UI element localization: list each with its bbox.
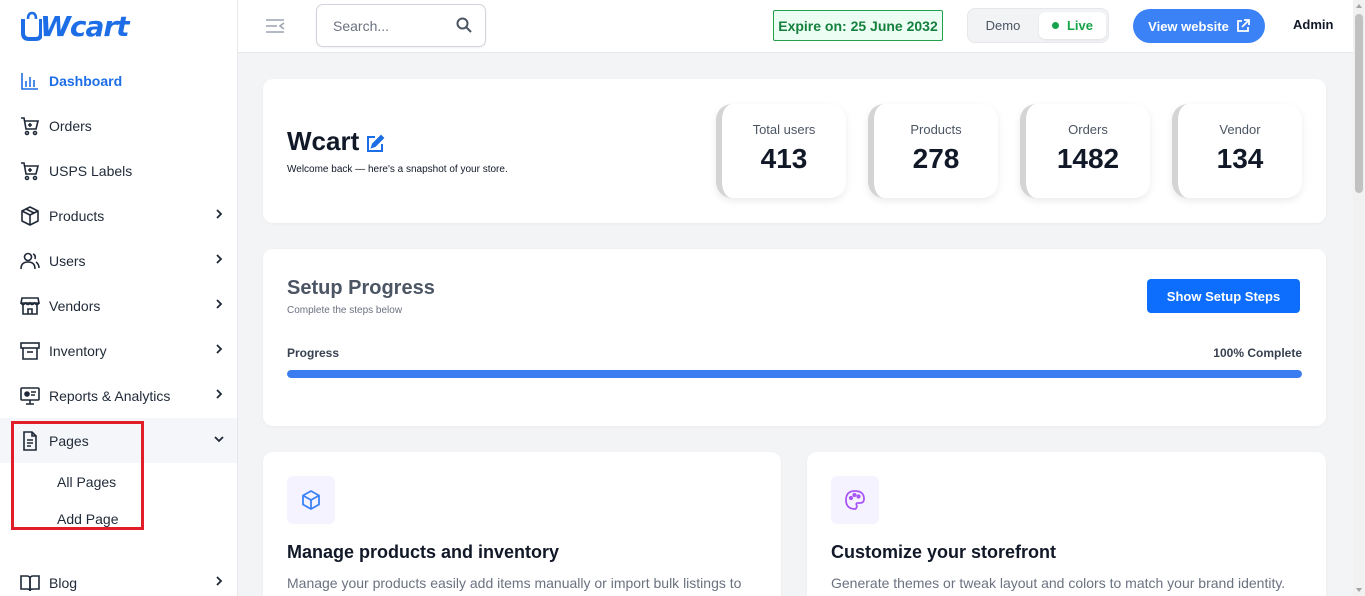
progress-bar [287,370,1302,378]
chevron-right-icon [216,389,223,399]
stat-value: 1482 [1056,143,1120,174]
file-icon [20,430,40,451]
store-title-text: Wcart [287,126,360,156]
sidebar: Wcart Dashboard Orders USPS Labels Produ… [0,0,238,596]
chevron-right-icon [216,254,223,264]
stat-card-vendor: Vendor 134 [1172,104,1302,198]
sidebar-item-dashboard[interactable]: Dashboard [0,58,237,103]
external-link-icon [1236,19,1250,32]
cart-icon [20,161,40,181]
stat-label: Orders [1068,122,1108,137]
stat-card-total-users: Total users 413 [716,104,846,198]
chevron-right-icon [216,576,223,586]
admin-user-menu[interactable]: Admin [1293,17,1333,32]
logo[interactable]: Wcart [20,8,130,44]
stat-value: 413 [760,143,808,174]
sidebar-item-vendors[interactable]: Vendors [0,283,237,328]
chevron-right-icon [216,299,223,309]
sidebar-item-label: Dashboard [49,72,123,89]
sidebar-item-blog[interactable]: Blog [0,560,237,596]
mode-switch: Demo Live [967,8,1109,43]
monitor-icon [20,386,40,406]
sidebar-item-label: Vendors [49,297,101,314]
topbar: Expire on: 25 June 2032 Demo Live View w… [238,0,1353,53]
search-input[interactable] [317,5,447,46]
store-summary-card: Wcart Welcome back — here's a snapshot o… [263,79,1326,223]
setup-progress-subtitle: Complete the steps below [287,305,403,316]
sidebar-item-products[interactable]: Products [0,193,237,238]
chevron-right-icon [216,209,223,219]
expire-badge: Expire on: 25 June 2032 [773,10,943,41]
stat-card-orders: Orders 1482 [1020,104,1150,198]
menu-collapse-icon[interactable] [265,17,285,35]
logo-text: Wcart [40,9,130,43]
sidebar-item-reports-analytics[interactable]: Reports & Analytics [0,373,237,418]
sidebar-subitem-all-pages[interactable]: All Pages [0,463,237,500]
setup-progress-card: Setup Progress Complete the steps below … [263,249,1326,426]
sidebar-item-label: Users [49,252,86,269]
search-box [316,4,486,47]
view-website-label: View website [1148,18,1229,34]
stat-label: Vendor [1219,122,1261,137]
palette-icon [831,476,879,524]
progress-label: Progress [287,346,340,360]
progress-bar-fill [287,370,1302,378]
stat-value: 134 [1216,143,1264,174]
feature-text: Generate themes or tweak layout and colo… [831,575,1286,591]
sidebar-item-label: Pages [49,432,89,449]
mode-demo-option[interactable]: Demo [972,12,1034,39]
progress-percent: 100% Complete [1213,346,1302,360]
store-title: Wcart [287,126,385,157]
scroll-down-arrow-icon[interactable] [1356,588,1362,592]
sidebar-item-label: Reports & Analytics [49,387,171,404]
sidebar-item-label: Inventory [49,342,107,359]
feature-title: Customize your storefront [831,542,1057,562]
store-icon [20,296,40,316]
sidebar-item-orders[interactable]: Orders [0,103,237,148]
sidebar-item-users[interactable]: Users [0,238,237,283]
live-status-dot [1051,22,1059,29]
sidebar-item-label: USPS Labels [49,162,133,179]
stat-label: Products [910,122,962,137]
sidebar-item-label: Orders [49,117,92,134]
sidebar-item-usps-labels[interactable]: USPS Labels [0,148,237,193]
sidebar-item-label: Products [49,207,105,224]
users-icon [20,251,40,271]
page-scrollbar[interactable] [1353,0,1365,596]
edit-icon[interactable] [365,134,385,154]
sidebar-item-label: Blog [49,574,78,591]
feature-text: Manage your products easily add items ma… [287,575,742,591]
show-setup-steps-button[interactable]: Show Setup Steps [1147,279,1300,313]
mode-live-option[interactable]: Live [1039,12,1106,39]
feature-card-products: Manage products and inventory Manage you… [263,452,781,596]
sidebar-nav: Dashboard Orders USPS Labels Products Us… [0,58,237,596]
feature-card-storefront: Customize your storefront Generate theme… [807,452,1326,596]
cart-icon [20,116,40,136]
sidebar-subitem-add-page[interactable]: Add Page [0,500,237,537]
bar-chart-icon [20,71,40,91]
mode-live-label: Live [1066,18,1093,33]
setup-progress-title: Setup Progress [287,277,435,299]
logo-cart-icon [21,11,42,41]
view-website-button[interactable]: View website [1133,9,1265,43]
archive-icon [20,341,40,361]
scroll-thumb[interactable] [1355,14,1363,193]
sidebar-item-inventory[interactable]: Inventory [0,328,237,373]
scroll-up-arrow-icon[interactable] [1356,4,1362,8]
chevron-right-icon [216,344,223,354]
store-subtitle: Welcome back — here's a snapshot of your… [287,164,508,175]
box-icon [20,205,40,226]
feature-title: Manage products and inventory [287,542,560,562]
search-icon[interactable] [456,17,472,33]
book-icon [20,573,40,593]
chevron-down-icon [214,436,224,443]
stat-value: 278 [912,143,960,174]
stat-card-products: Products 278 [868,104,998,198]
cube-icon [287,476,335,524]
sidebar-item-pages[interactable]: Pages [0,418,237,463]
stat-label: Total users [752,122,816,137]
